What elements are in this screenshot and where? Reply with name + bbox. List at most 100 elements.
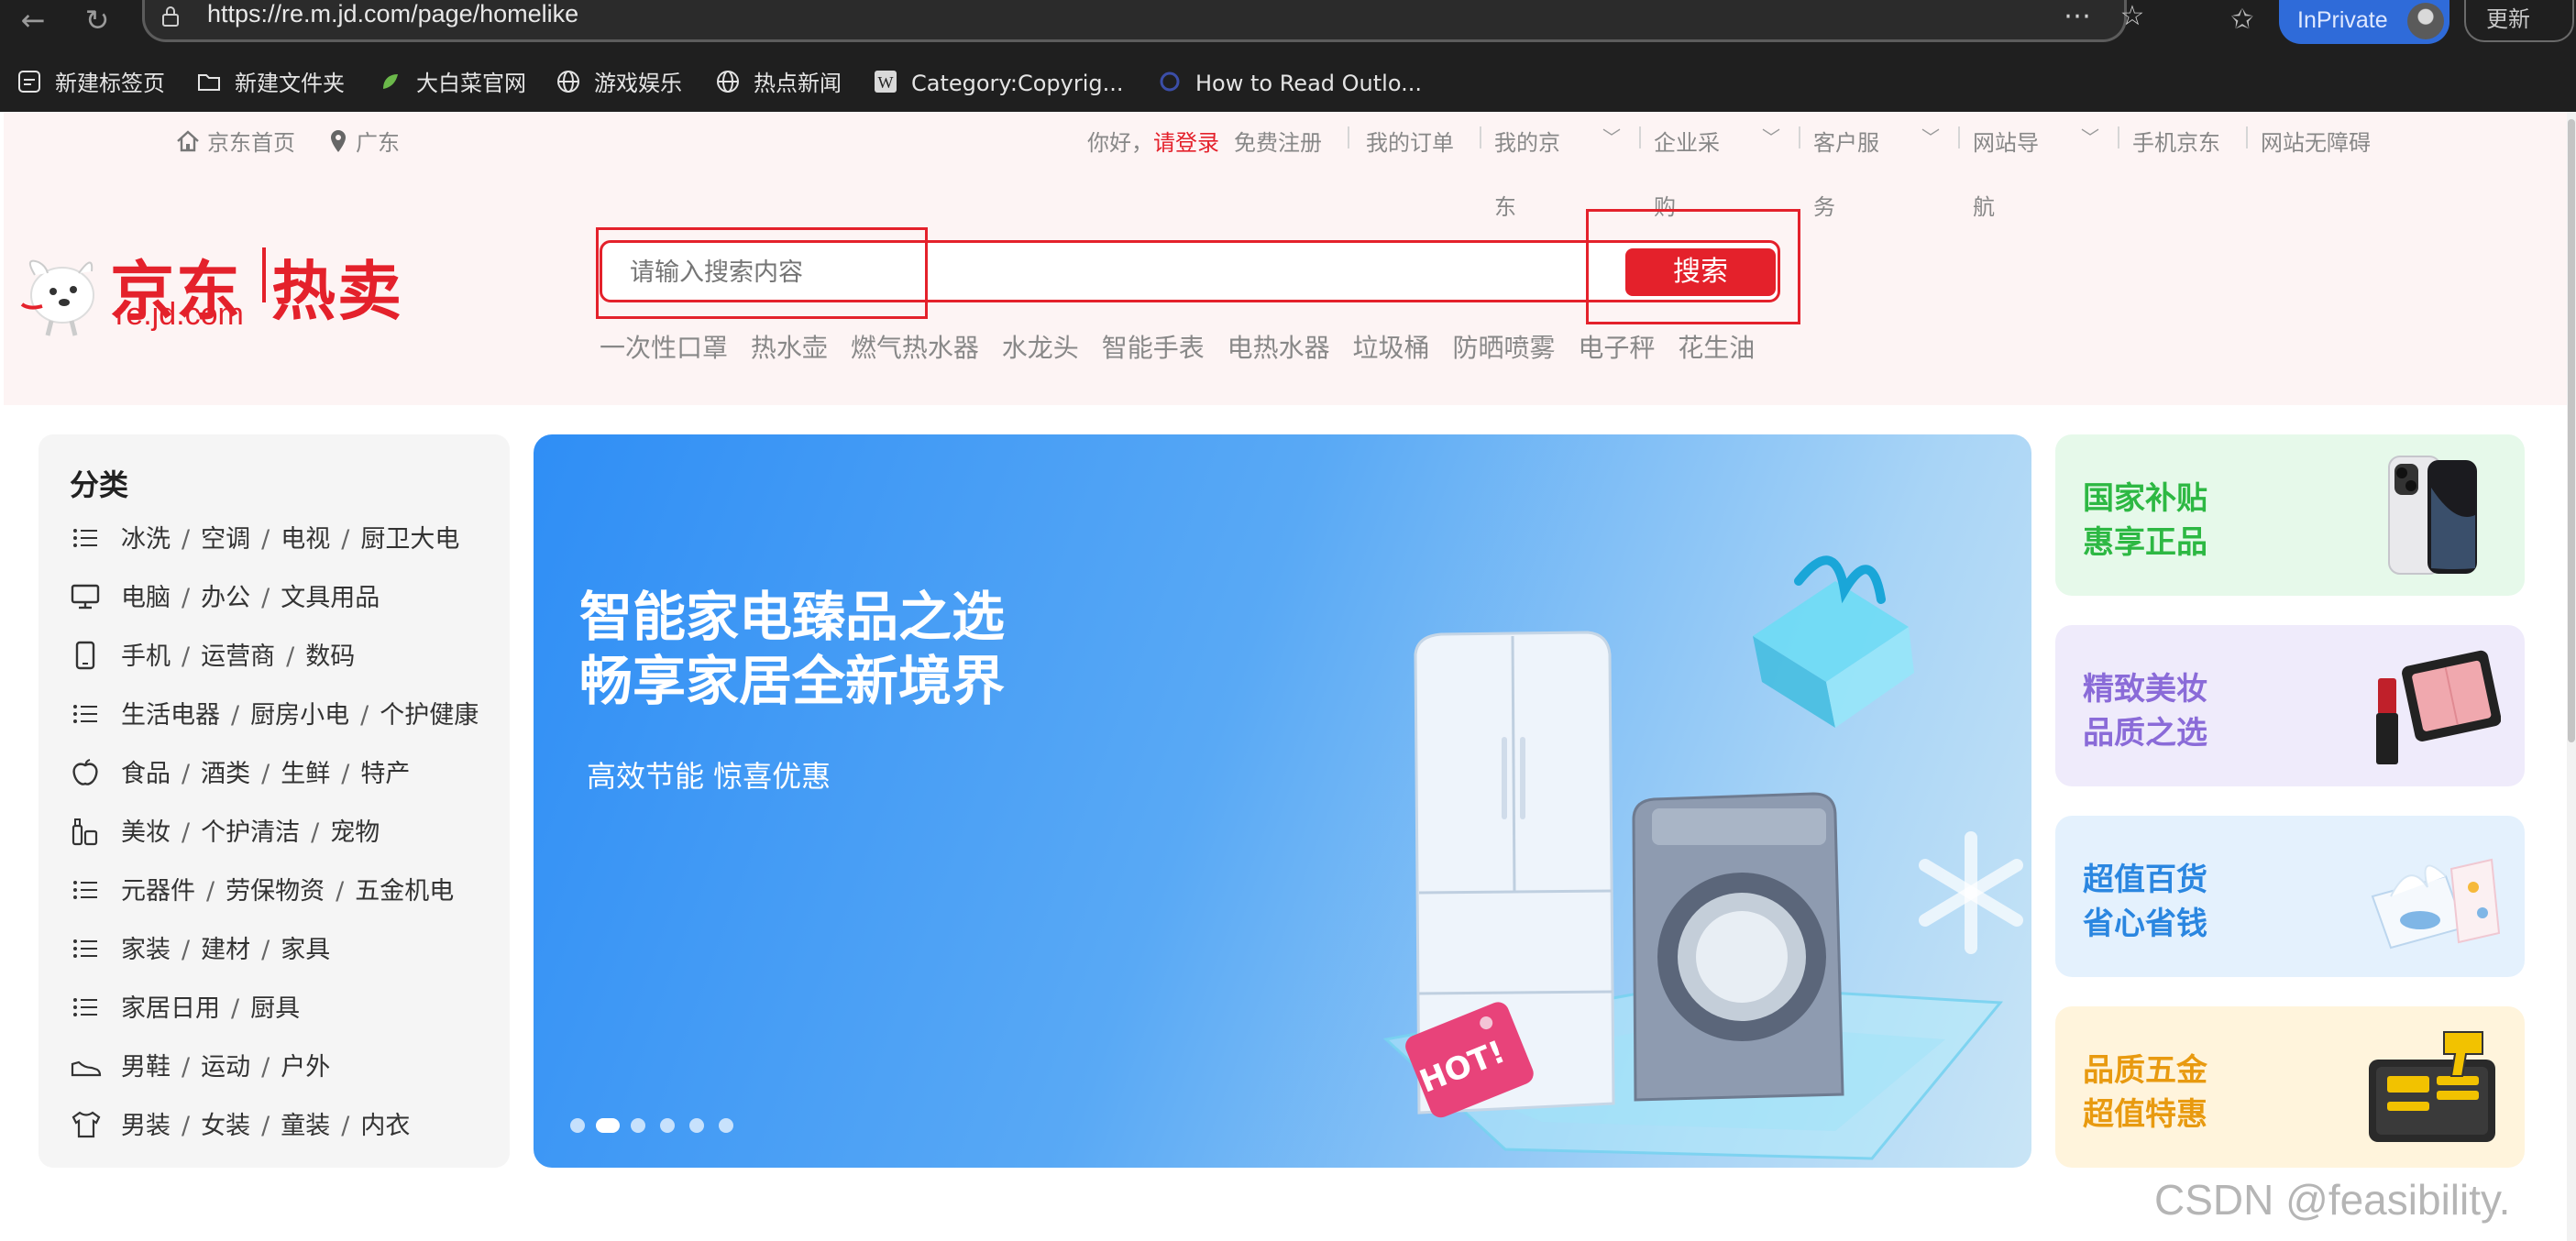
category-row[interactable]: 男装 / 女装 / 童装 / 内衣 (70, 1105, 501, 1142)
update-button[interactable]: 更新 (2464, 0, 2574, 42)
category-row[interactable]: 家居日用 / 厨具 (70, 988, 501, 1025)
chevron-down-icon[interactable]: ﹀ (1762, 123, 1780, 149)
my-jd-link-wrap[interactable]: 东 (1494, 189, 1516, 221)
hotword-link[interactable]: 电子秤 (1578, 333, 1655, 363)
hotword-link[interactable]: 花生油 (1678, 333, 1755, 363)
carousel-dot[interactable] (596, 1118, 620, 1133)
accessibility-link[interactable]: 网站无障碍 (2261, 125, 2371, 157)
bookmark-item[interactable]: 新建标签页 (17, 60, 165, 106)
bookmark-item[interactable]: 热点新闻 (715, 60, 842, 106)
location-selector[interactable]: 广东 (328, 125, 400, 157)
hotword-link[interactable]: 防晒喷雾 (1452, 333, 1555, 363)
category-link[interactable]: 生鲜 (281, 760, 330, 788)
promo-card-hardware[interactable]: 品质五金 超值特惠 (2055, 1006, 2525, 1168)
bookmark-item[interactable]: 新建文件夹 (196, 60, 345, 106)
category-link[interactable]: 数码 (305, 642, 355, 671)
bookmark-item[interactable]: W Category:Copyrig... (873, 60, 1124, 106)
category-link[interactable]: 电视 (281, 525, 330, 554)
hotword-link[interactable]: 垃圾桶 (1353, 333, 1430, 363)
scrollbar-thumb[interactable] (2568, 119, 2575, 742)
hotword-link[interactable]: 一次性口罩 (600, 333, 728, 363)
category-row[interactable]: 家装 / 建材 / 家具 (70, 929, 501, 966)
jd-mascot-logo[interactable] (15, 238, 106, 339)
url-text[interactable]: https://re.m.jd.com/page/homelike (207, 0, 578, 28)
hotword-link[interactable]: 热水壶 (751, 333, 828, 363)
category-row[interactable]: 手机 / 运营商 / 数码 (70, 636, 501, 673)
hotword-link[interactable]: 燃气热水器 (851, 333, 979, 363)
hotword-link[interactable]: 电热水器 (1227, 333, 1330, 363)
refresh-icon[interactable]: ↻ (79, 0, 116, 40)
category-link[interactable]: 元器件 (121, 877, 195, 906)
category-link[interactable]: 办公 (201, 584, 250, 612)
customer-service-link-wrap[interactable]: 务 (1813, 189, 1835, 221)
hero-banner[interactable]: 智能家电臻品之选 畅享家居全新境界 高效节能 惊喜优惠 HOT! (534, 434, 2031, 1168)
carousel-dot[interactable] (689, 1118, 704, 1133)
category-link[interactable]: 个护健康 (380, 701, 479, 730)
category-link[interactable]: 空调 (201, 525, 250, 554)
chevron-down-icon[interactable]: ﹀ (1921, 123, 1940, 149)
register-link[interactable]: 免费注册 (1234, 125, 1322, 157)
customer-service-link[interactable]: 客户服 (1813, 125, 1879, 157)
category-link[interactable]: 生活电器 (121, 701, 220, 730)
category-link[interactable]: 酒类 (201, 760, 250, 788)
category-link[interactable]: 建材 (201, 936, 250, 964)
category-row[interactable]: 生活电器 / 厨房小电 / 个护健康 (70, 695, 501, 731)
category-link[interactable]: 家居日用 (121, 994, 220, 1023)
category-row[interactable]: 美妆 / 个护清洁 / 宠物 (70, 812, 501, 849)
promo-card-general[interactable]: 超值百货 省心省钱 (2055, 816, 2525, 977)
hotword-link[interactable]: 智能手表 (1102, 333, 1205, 363)
category-link[interactable]: 劳保物资 (226, 877, 325, 906)
category-link[interactable]: 厨房小电 (250, 701, 349, 730)
category-link[interactable]: 特产 (360, 760, 410, 788)
category-link[interactable]: 童装 (281, 1112, 330, 1140)
bookmark-item[interactable]: 游戏娱乐 (556, 60, 682, 106)
chevron-down-icon[interactable]: ﹀ (2081, 123, 2099, 149)
carousel-dot[interactable] (631, 1118, 645, 1133)
category-link[interactable]: 美妆 (121, 818, 171, 847)
favorite-star-icon[interactable]: ☆ (2116, 0, 2149, 33)
my-jd-link[interactable]: 我的京 (1494, 125, 1560, 157)
category-link[interactable]: 家装 (121, 936, 171, 964)
site-nav-link-wrap[interactable]: 航 (1973, 189, 1995, 221)
more-icon[interactable]: ⋯ (2061, 0, 2094, 33)
category-link[interactable]: 厨卫大电 (360, 525, 459, 554)
home-link[interactable]: 京东首页 (174, 125, 295, 158)
category-link[interactable]: 运动 (201, 1053, 250, 1082)
category-link[interactable]: 文具用品 (281, 584, 380, 612)
mobile-jd-link[interactable]: 手机京东 (2132, 125, 2220, 157)
category-row[interactable]: 冰洗 / 空调 / 电视 / 厨卫大电 (70, 519, 501, 555)
category-link[interactable]: 食品 (121, 760, 171, 788)
chevron-down-icon[interactable]: ﹀ (1602, 123, 1621, 149)
promo-card-beauty[interactable]: 精致美妆 品质之选 (2055, 625, 2525, 786)
carousel-dot[interactable] (719, 1118, 733, 1133)
category-row[interactable]: 元器件 / 劳保物资 / 五金机电 (70, 871, 501, 907)
category-link[interactable]: 家具 (281, 936, 330, 964)
address-bar[interactable]: https://re.m.jd.com/page/homelike ⋯ ☆ (142, 0, 2144, 42)
category-row[interactable]: 食品 / 酒类 / 生鲜 / 特产 (70, 753, 501, 790)
my-orders-link[interactable]: 我的订单 (1366, 125, 1454, 157)
category-link[interactable]: 个护清洁 (201, 818, 300, 847)
category-row[interactable]: 电脑 / 办公 / 文具用品 (70, 577, 501, 614)
category-link[interactable]: 手机 (121, 642, 171, 671)
category-link[interactable]: 厨具 (250, 994, 300, 1023)
favorites-icon[interactable]: ✩ (2224, 2, 2261, 38)
bookmark-item[interactable]: 大白菜官网 (378, 60, 526, 106)
back-icon[interactable]: ← (15, 0, 51, 40)
category-link[interactable]: 男装 (121, 1112, 171, 1140)
category-row[interactable]: 男鞋 / 运动 / 户外 (70, 1047, 501, 1083)
category-link[interactable]: 冰洗 (121, 525, 171, 554)
category-link[interactable]: 男鞋 (121, 1053, 171, 1082)
site-nav-link[interactable]: 网站导 (1973, 125, 2039, 157)
carousel-dot[interactable] (660, 1118, 675, 1133)
inprivate-button[interactable]: InPrivate (2279, 0, 2449, 44)
category-link[interactable]: 内衣 (360, 1112, 410, 1140)
category-link[interactable]: 运营商 (201, 642, 275, 671)
bookmark-item[interactable]: How to Read Outlo... (1157, 60, 1422, 106)
category-link[interactable]: 女装 (201, 1112, 250, 1140)
login-link[interactable]: 请登录 (1153, 125, 1219, 157)
promo-card-subsidy[interactable]: 国家补贴 惠享正品 (2055, 434, 2525, 596)
carousel-dot[interactable] (570, 1118, 585, 1133)
category-link[interactable]: 电脑 (121, 584, 171, 612)
category-link[interactable]: 五金机电 (355, 877, 454, 906)
category-link[interactable]: 户外 (281, 1053, 330, 1082)
